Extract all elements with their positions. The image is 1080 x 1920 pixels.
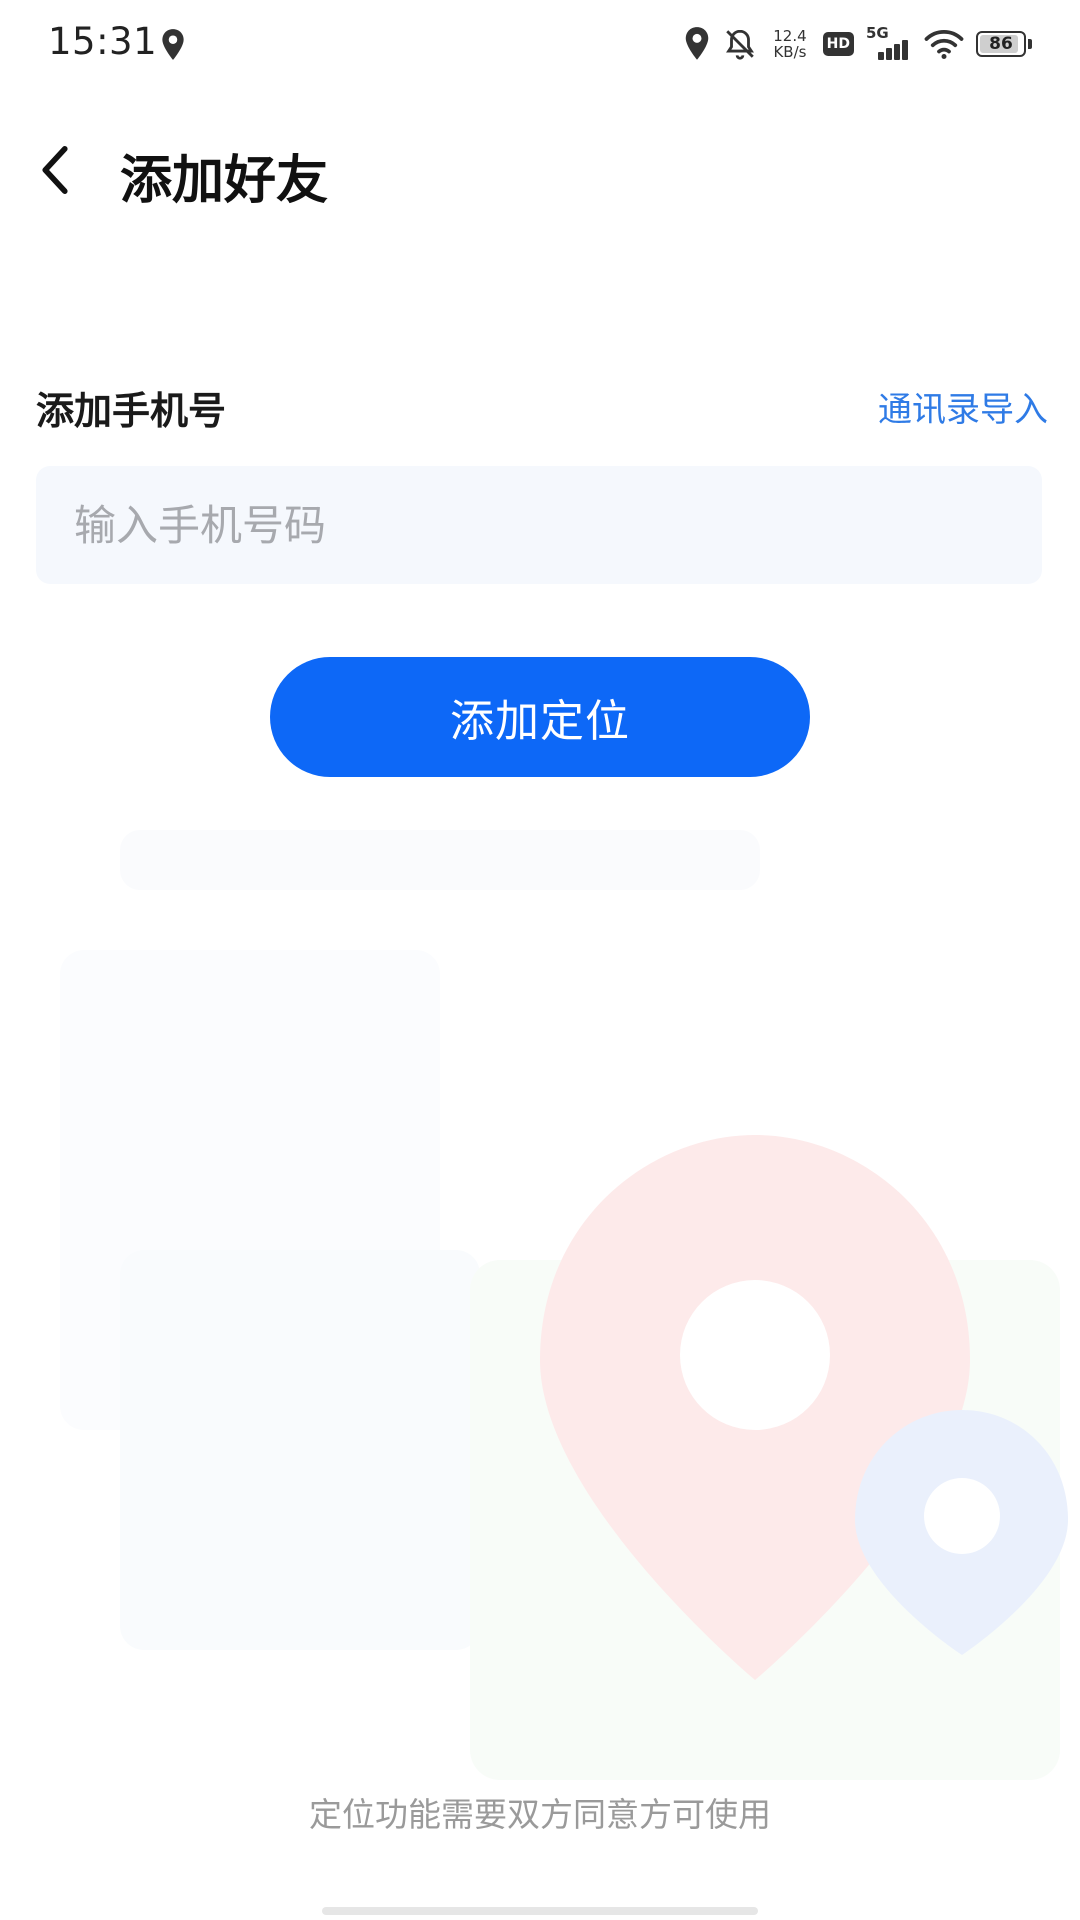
add-location-button[interactable]: 添加定位 xyxy=(270,657,810,777)
battery-level: 86 xyxy=(989,34,1013,54)
hd-badge: HD xyxy=(822,32,854,56)
location-icon xyxy=(162,29,184,60)
map-illustration xyxy=(60,830,1068,1780)
status-icons: 12.4 KB/s HD 5G 86 xyxy=(683,22,1032,66)
bell-off-icon xyxy=(726,29,755,60)
network-speed-value: 12.4 xyxy=(773,27,807,45)
wifi-icon xyxy=(924,29,964,59)
home-indicator[interactable] xyxy=(322,1907,758,1915)
add-friend-screen: 15:31 12.4 KB/s HD 5G 86 添加好友 添加手机号 通讯录导… xyxy=(0,0,1080,1920)
location-icon xyxy=(686,27,709,60)
network-speed: 12.4 KB/s xyxy=(773,28,806,60)
battery-cap xyxy=(1028,39,1032,49)
chevron-left-icon xyxy=(42,146,68,194)
footer-note: 定位功能需要双方同意方可使用 xyxy=(309,1795,771,1834)
page-title: 添加好友 xyxy=(120,151,329,211)
section-label-phone: 添加手机号 xyxy=(36,389,227,433)
battery-icon: 86 xyxy=(976,31,1026,57)
network-speed-unit: KB/s xyxy=(773,43,807,61)
status-bar: 15:31 12.4 KB/s HD 5G 86 xyxy=(0,0,1080,86)
phone-field[interactable] xyxy=(36,466,1042,584)
status-time: 15:31 xyxy=(48,20,158,63)
signal-icon: 5G xyxy=(866,24,912,62)
phone-input[interactable] xyxy=(36,466,1042,584)
back-button[interactable] xyxy=(30,135,80,205)
network-type: 5G xyxy=(866,24,889,42)
contacts-import-link[interactable]: 通讯录导入 xyxy=(878,382,1048,431)
